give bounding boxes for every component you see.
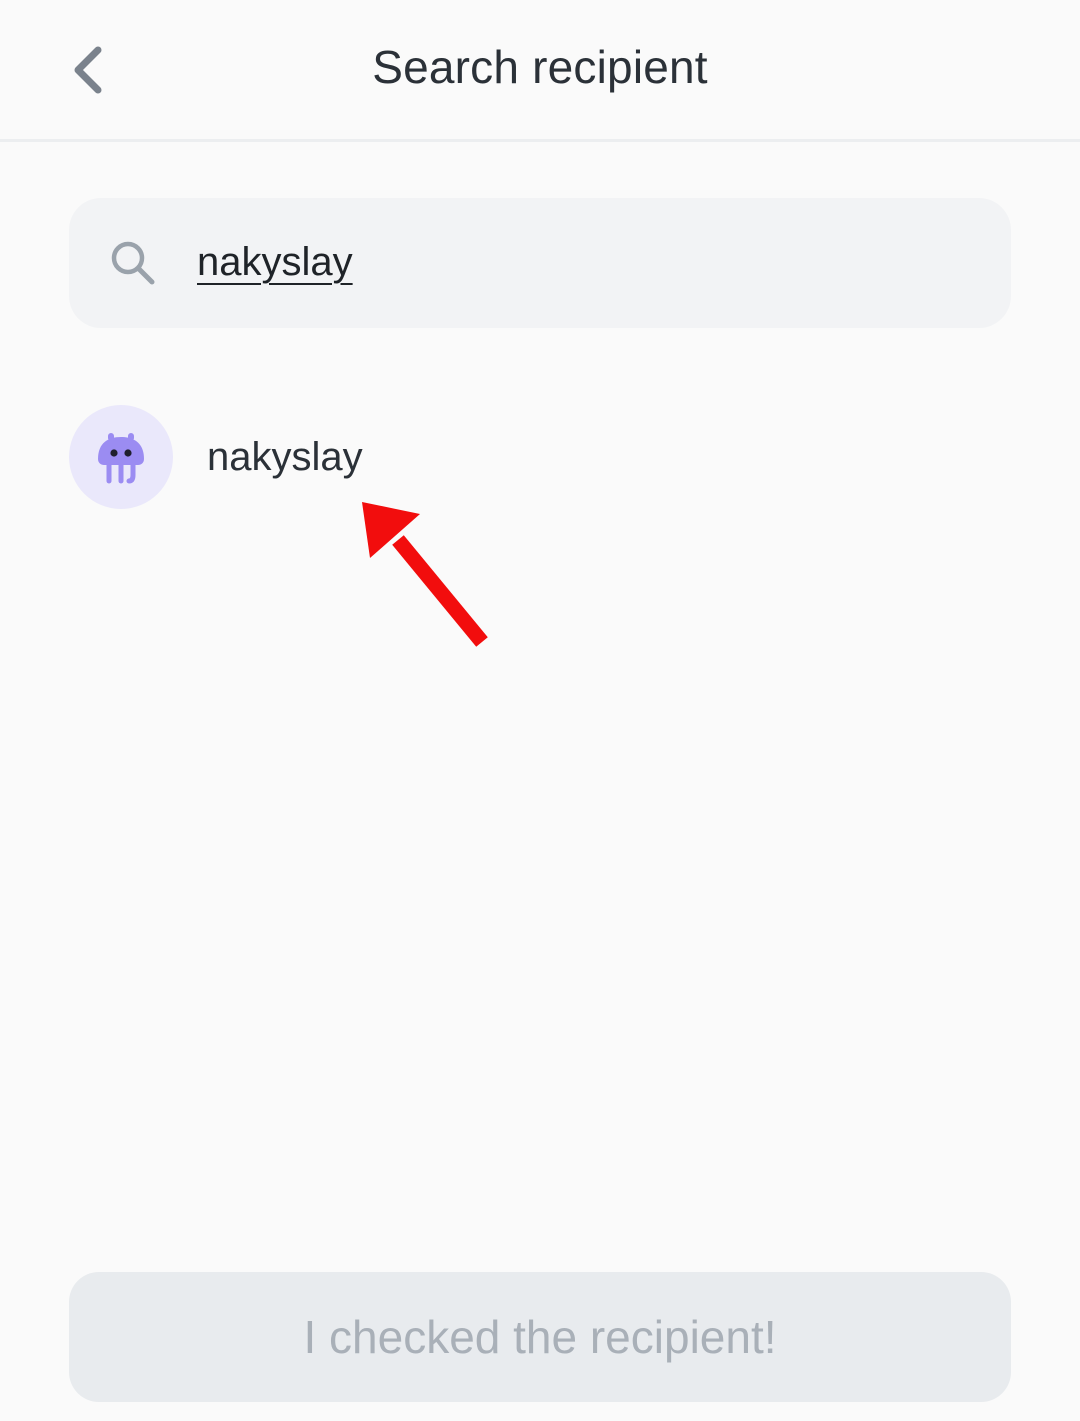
screen: Search recipient nakyslay nakyslay I che… xyxy=(0,0,1080,1421)
result-name: nakyslay xyxy=(207,435,363,479)
jellyfish-avatar-icon xyxy=(98,433,144,484)
confirm-recipient-button[interactable]: I checked the recipient! xyxy=(69,1272,1011,1402)
search-icon xyxy=(111,241,155,285)
avatar xyxy=(69,405,173,509)
header: Search recipient xyxy=(0,0,1080,142)
red-arrow-icon xyxy=(362,502,488,647)
search-input[interactable] xyxy=(197,232,977,292)
result-item[interactable]: nakyslay xyxy=(69,405,1011,511)
page-title: Search recipient xyxy=(372,41,708,93)
